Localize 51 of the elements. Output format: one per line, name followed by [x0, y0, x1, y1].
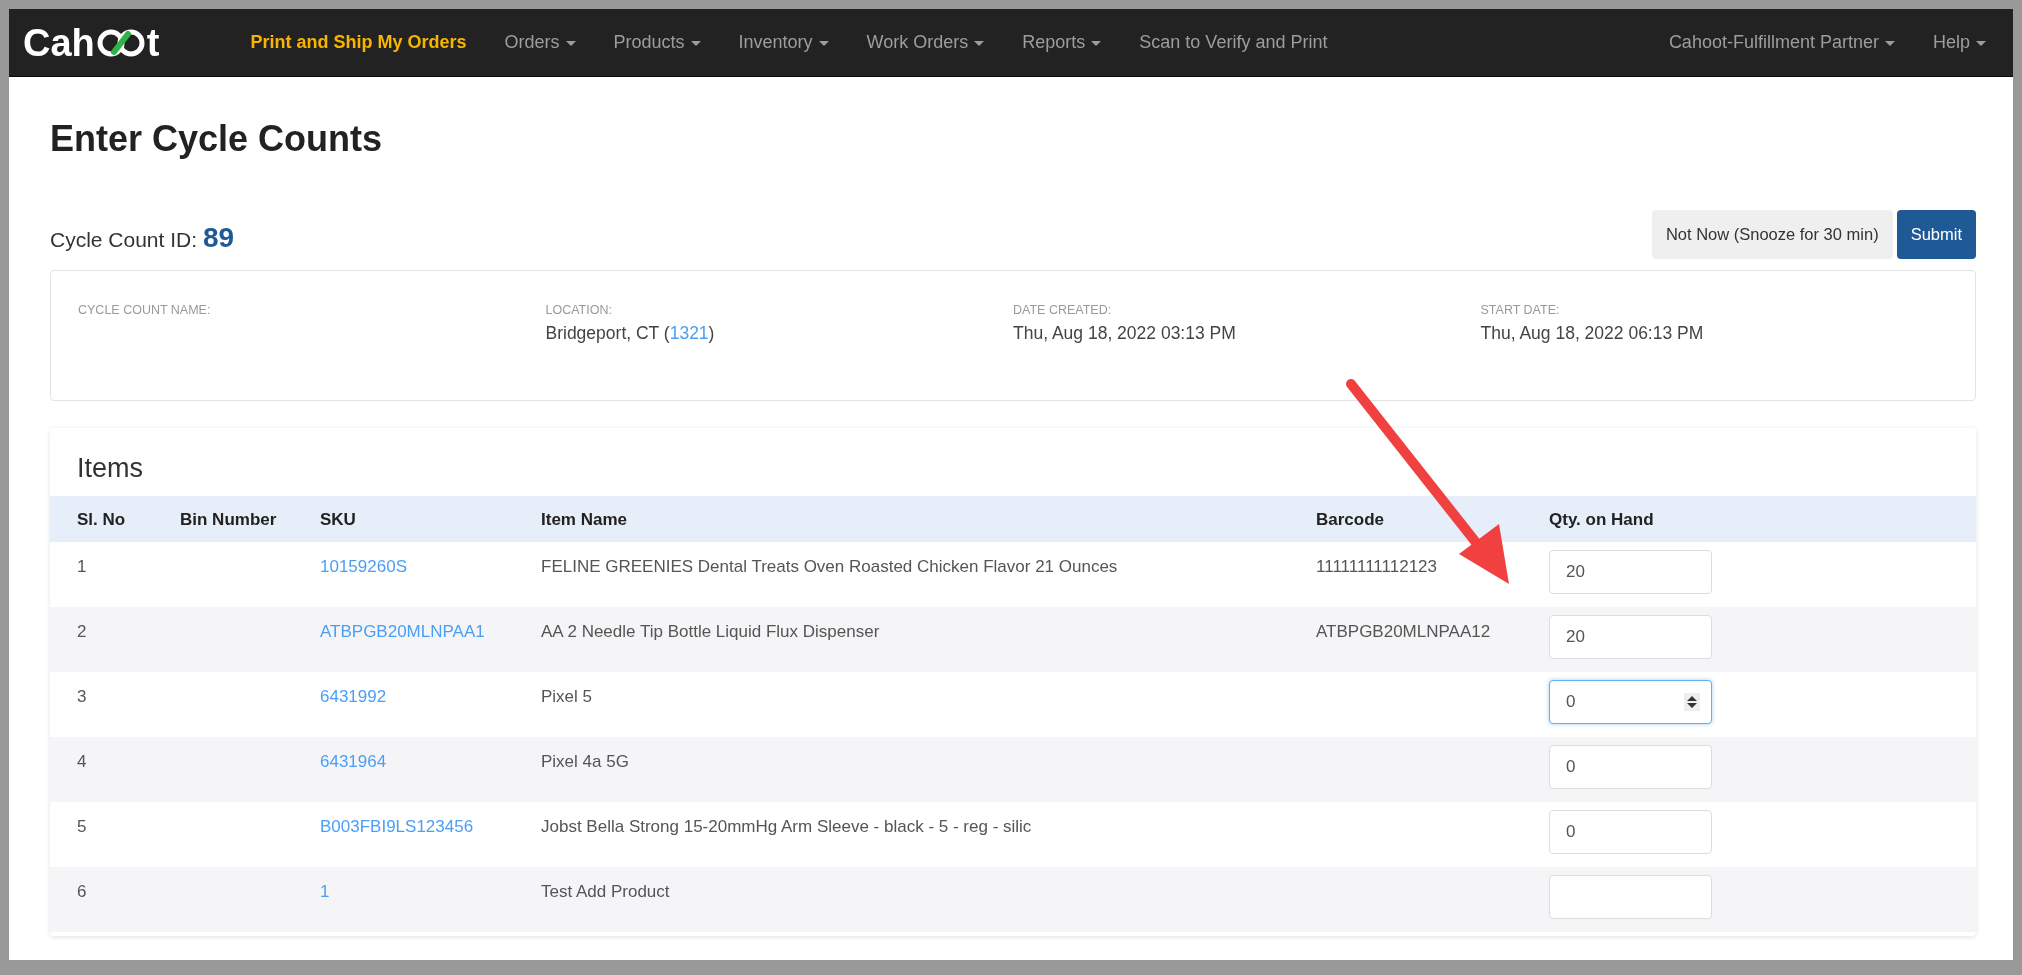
- field-label: DATE CREATED:: [1013, 301, 1113, 319]
- quantity-field[interactable]: 0: [1549, 680, 1712, 725]
- column-header: Qty. on Hand: [1537, 496, 1976, 543]
- nav-link[interactable]: Help: [1913, 29, 2005, 56]
- column-header: Barcode: [1304, 496, 1537, 543]
- row-number: 2: [77, 622, 87, 642]
- page-title: Enter Cycle Counts: [50, 117, 384, 161]
- snooze-button[interactable]: Not Now (Snooze for 30 min): [1651, 210, 1893, 259]
- spinner-icon[interactable]: [1684, 693, 1700, 712]
- field-label: CYCLE COUNT NAME:: [78, 301, 212, 319]
- barcode: ATBPGB20MLNPAA12: [1316, 622, 1491, 642]
- nav-link[interactable]: Products: [594, 29, 720, 56]
- column-header: Bin Number: [168, 496, 308, 543]
- column-header: Item Name: [529, 496, 1304, 543]
- item-name: FELINE GREENIES Dental Treats Oven Roasted Chicken Flavor 21 Ounces: [541, 557, 1118, 577]
- nav-link[interactable]: Cahoot-Fulfillment Partner: [1649, 29, 1914, 56]
- quantity-field[interactable]: 20: [1549, 550, 1712, 595]
- quantity-field[interactable]: 0: [1549, 810, 1712, 855]
- item-name: Pixel 4a 5G: [541, 752, 629, 772]
- quantity-field[interactable]: [1549, 875, 1712, 920]
- logo-text: t: [146, 23, 160, 62]
- submit-button[interactable]: Submit: [1896, 210, 1976, 259]
- nav-link[interactable]: Reports: [1003, 29, 1121, 56]
- field-value: Bridgeport, CT (1321): [545, 321, 716, 345]
- row-number: 1: [77, 557, 87, 577]
- item-name: Test Add Product: [541, 882, 670, 902]
- row-number: 3: [77, 687, 87, 707]
- field-value: Thu, Aug 18, 2022 06:13 PM: [1480, 321, 1705, 345]
- chain-link-icon: [95, 27, 146, 58]
- nav-link[interactable]: Work Orders: [847, 29, 1004, 56]
- nav-link[interactable]: Scan to Verify and Print: [1120, 29, 1347, 56]
- nav-link[interactable]: Inventory: [719, 29, 848, 56]
- quantity-field[interactable]: 20: [1549, 615, 1712, 660]
- item-name: Pixel 5: [541, 687, 593, 707]
- barcode: 11111111112123: [1316, 557, 1437, 577]
- row-number: 4: [77, 752, 87, 772]
- column-header: Sl. No: [50, 496, 168, 543]
- logo-text: Cah: [23, 23, 95, 62]
- row-number: 5: [77, 817, 87, 837]
- item-name: Jobst Bella Strong 15-20mmHg Arm Sleeve - black - 5 - reg - silic: [541, 817, 1032, 837]
- nav-link[interactable]: Orders: [485, 29, 595, 56]
- field-label: LOCATION:: [545, 301, 613, 319]
- column-header: SKU: [308, 496, 529, 543]
- nav-link[interactable]: Print and Ship My Orders: [231, 29, 486, 56]
- cycle-count-id: Cycle Count ID: 89: [50, 220, 235, 255]
- item-name: AA 2 Needle Tip Bottle Liquid Flux Dispenser: [541, 622, 880, 642]
- field-value: Thu, Aug 18, 2022 03:13 PM: [1013, 321, 1237, 345]
- row-number: 6: [77, 882, 87, 902]
- quantity-field[interactable]: 0: [1549, 745, 1712, 790]
- field-label: START DATE:: [1480, 301, 1561, 319]
- section-title: Items: [76, 451, 144, 485]
